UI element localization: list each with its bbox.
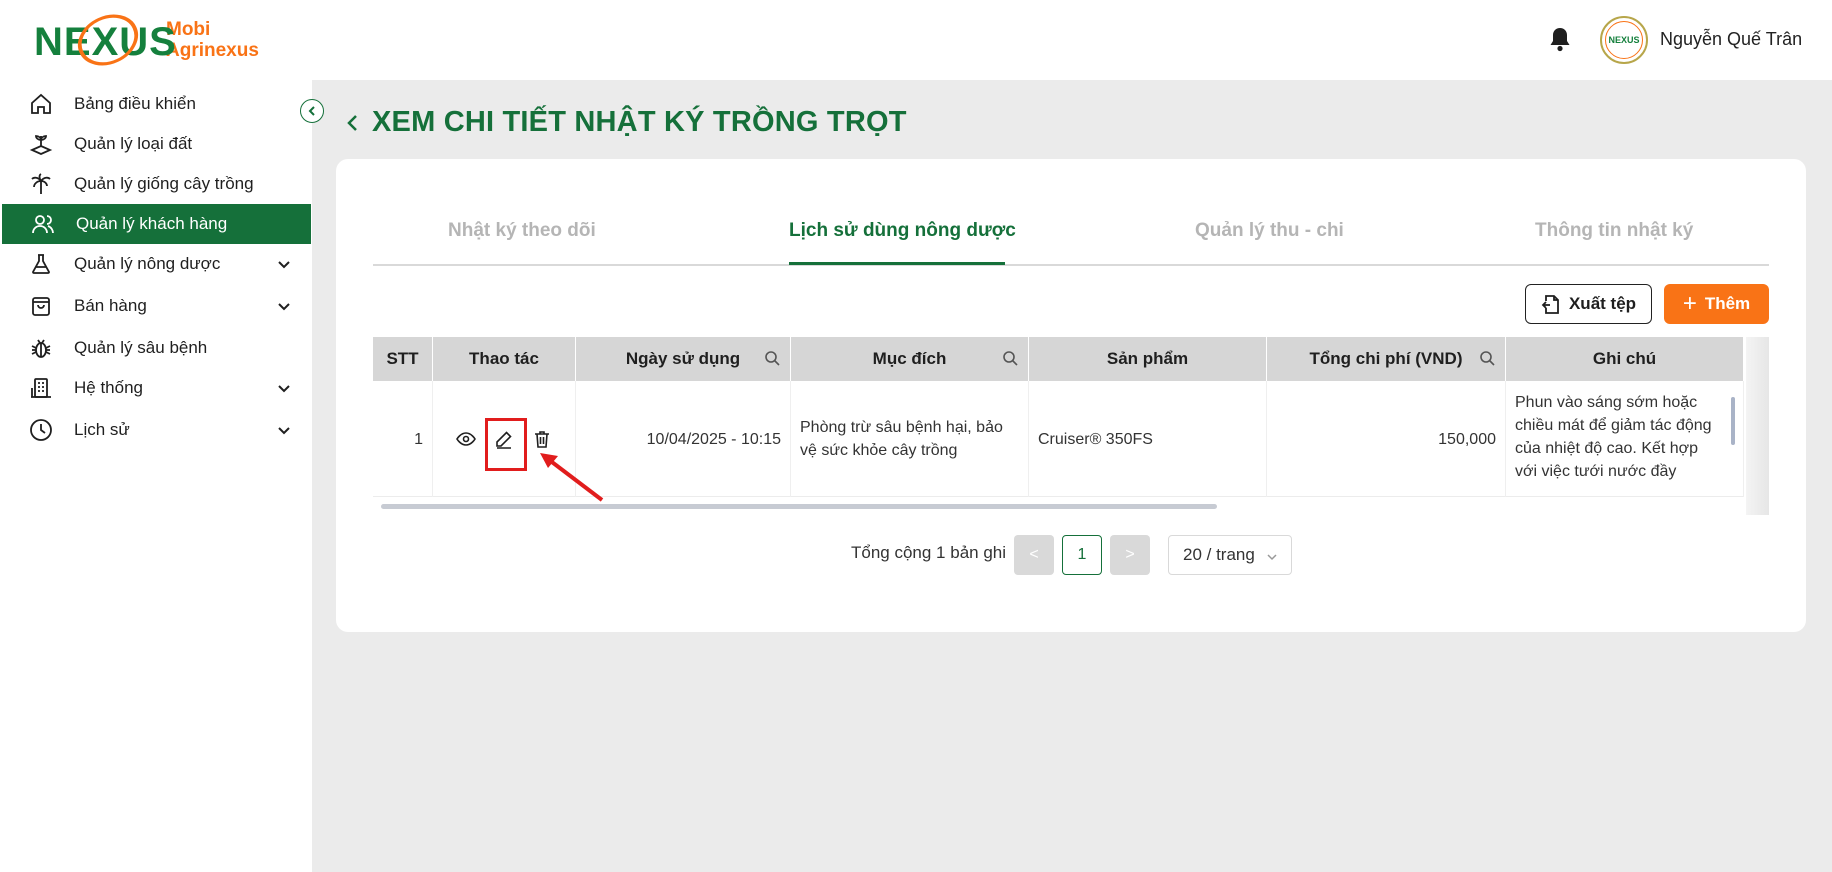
search-icon[interactable] — [764, 350, 780, 366]
tab-tracking-log[interactable]: Nhật ký theo dõi — [448, 220, 596, 242]
pagination-prev-button[interactable]: < — [1014, 535, 1054, 575]
file-export-icon — [1541, 293, 1561, 315]
sidebar-item-system[interactable]: Hệ thống — [0, 368, 312, 408]
chevron-left-icon: < — [1029, 546, 1039, 563]
chevron-down-icon[interactable] — [276, 256, 292, 272]
tab-bar: Nhật ký theo dõi Lịch sử dùng nông dược … — [373, 212, 1769, 266]
column-header-label: Mục đích — [872, 349, 947, 368]
logo-mark: NEXUS — [34, 5, 176, 75]
edit-highlight-box — [485, 418, 527, 471]
cell-note: Phun vào sáng sớm hoặc chiều mát để giảm… — [1506, 381, 1744, 497]
sidebar-collapse-button[interactable] — [300, 99, 324, 123]
column-header-purpose[interactable]: Mục đích — [791, 337, 1029, 381]
note-scrollbar[interactable] — [1731, 397, 1735, 445]
logo-line-1: Mobi — [166, 19, 211, 40]
palm-tree-icon — [28, 171, 54, 197]
sidebar-item-sales[interactable]: Bán hàng — [0, 286, 312, 326]
page-title: XEM CHI TIẾT NHẬT KÝ TRỒNG TRỌT — [372, 106, 907, 138]
page-size-value: 20 / trang — [1183, 545, 1255, 564]
pagination-next-button[interactable]: > — [1110, 535, 1150, 575]
tab-pesticide-history[interactable]: Lịch sử dùng nông dược — [789, 220, 1016, 242]
home-icon — [28, 91, 54, 117]
pagination-page-1[interactable]: 1 — [1062, 535, 1102, 575]
bug-icon — [28, 335, 54, 361]
view-icon[interactable] — [453, 426, 479, 452]
chevron-left-icon — [308, 106, 315, 116]
plus-icon: + — [1682, 290, 1697, 317]
column-header-label: Ngày sử dụng — [625, 349, 741, 368]
cell-date: 10/04/2025 - 10:15 — [576, 381, 791, 497]
sidebar: Bảng điều khiển Quản lý loại đất Quản lý… — [0, 80, 312, 872]
sidebar-item-pests[interactable]: Quản lý sâu bệnh — [0, 328, 312, 368]
building-icon — [28, 375, 54, 401]
cell-note-text: Phun vào sáng sớm hoặc chiều mát để giảm… — [1515, 394, 1712, 480]
sidebar-item-dashboard[interactable]: Bảng điều khiển — [0, 84, 312, 124]
column-header-label: Tổng chi phí (VND) — [1309, 349, 1463, 368]
export-button-label: Xuất tệp — [1568, 294, 1637, 313]
cell-purpose: Phòng trừ sâu bệnh hại, bảo vệ sức khỏe … — [791, 381, 1029, 497]
add-button[interactable]: + Thêm — [1664, 284, 1769, 324]
column-header-total-cost[interactable]: Tổng chi phí (VND) — [1267, 337, 1506, 381]
page-size-select[interactable]: 20 / trang — [1168, 535, 1292, 575]
sidebar-item-label: Quản lý sâu bệnh — [74, 338, 208, 357]
chevron-down-icon[interactable] — [276, 380, 292, 396]
sidebar-item-label: Bảng điều khiển — [74, 94, 196, 113]
sidebar-item-history[interactable]: Lịch sử — [0, 410, 312, 450]
users-icon — [30, 211, 56, 237]
clock-icon — [28, 417, 54, 443]
bell-icon[interactable] — [1548, 26, 1572, 52]
pagination-total: Tổng cộng 1 bản ghi — [851, 543, 1007, 562]
chevron-right-icon: > — [1125, 546, 1135, 563]
avatar-text: NEXUS — [1608, 35, 1640, 45]
flask-icon — [28, 251, 54, 277]
soil-icon — [28, 131, 54, 157]
shopping-bag-icon — [28, 293, 54, 319]
sidebar-item-pesticides[interactable]: Quản lý nông dược — [0, 244, 312, 284]
sidebar-item-label: Hệ thống — [74, 378, 143, 397]
active-tab-indicator — [789, 262, 1005, 265]
page-header: XEM CHI TIẾT NHẬT KÝ TRỒNG TRỌT — [342, 106, 907, 139]
username[interactable]: Nguyễn Quế Trân — [1660, 29, 1802, 50]
chevron-down-icon — [1265, 549, 1279, 569]
sidebar-item-label: Bán hàng — [74, 296, 147, 315]
search-icon[interactable] — [1002, 350, 1018, 366]
top-header: NEXUS Mobi Agrinexus NEXUS Nguyễn Quế Tr… — [0, 0, 1832, 80]
table-horizontal-scrollbar[interactable] — [381, 504, 1217, 509]
tab-log-info[interactable]: Thông tin nhật ký — [1535, 220, 1693, 242]
sidebar-item-label: Quản lý khách hàng — [76, 214, 228, 233]
cell-total-cost: 150,000 — [1267, 381, 1506, 497]
app-logo[interactable]: NEXUS Mobi Agrinexus — [34, 5, 259, 75]
delete-icon[interactable] — [529, 426, 555, 452]
sidebar-item-plant-varieties[interactable]: Quản lý giống cây trồng — [0, 164, 312, 204]
column-header-date[interactable]: Ngày sử dụng — [576, 337, 791, 381]
chevron-down-icon[interactable] — [276, 298, 292, 314]
table-header: STT Thao tác Ngày sử dụng Mục đích Sản p… — [373, 337, 1744, 381]
table-fixed-column-shadow — [1746, 337, 1769, 515]
sidebar-item-label: Quản lý giống cây trồng — [74, 174, 254, 193]
logo-line-2: Agrinexus — [166, 40, 259, 61]
annotation-arrow — [540, 453, 604, 502]
sidebar-item-label: Quản lý nông dược — [74, 254, 221, 273]
logo-text: Mobi Agrinexus — [166, 19, 259, 61]
avatar[interactable]: NEXUS — [1600, 16, 1648, 64]
tab-income-expense[interactable]: Quản lý thu - chi — [1195, 220, 1344, 242]
sidebar-item-label: Quản lý loại đất — [74, 134, 193, 153]
sidebar-item-soil[interactable]: Quản lý loại đất — [0, 124, 312, 164]
cell-product: Cruiser® 350FS — [1029, 381, 1267, 497]
sidebar-item-label: Lịch sử — [74, 420, 130, 439]
search-icon[interactable] — [1479, 350, 1495, 366]
chevron-down-icon[interactable] — [276, 422, 292, 438]
column-header-product: Sản phẩm — [1029, 337, 1267, 381]
add-button-label: Thêm — [1704, 294, 1751, 313]
column-header-actions: Thao tác — [433, 337, 576, 381]
cell-stt: 1 — [373, 381, 433, 497]
column-header-note: Ghi chú — [1506, 337, 1744, 381]
back-arrow-icon[interactable] — [342, 110, 362, 136]
sidebar-item-customers[interactable]: Quản lý khách hàng — [2, 204, 311, 244]
column-header-stt: STT — [373, 337, 433, 381]
export-button[interactable]: Xuất tệp — [1525, 284, 1652, 324]
